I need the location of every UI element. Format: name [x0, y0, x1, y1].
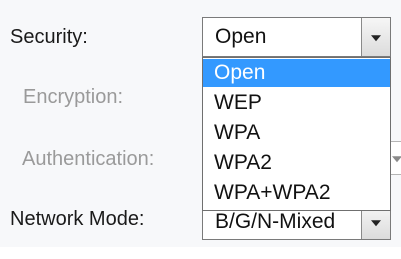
chevron-down-icon	[371, 35, 381, 42]
network-mode-label: Network Mode:	[10, 208, 145, 230]
chevron-down-icon	[392, 156, 401, 163]
network-mode-select-value: B/G/N-Mixed	[215, 210, 336, 233]
authentication-label: Authentication:	[22, 148, 155, 170]
security-option-open[interactable]: Open	[203, 59, 390, 87]
security-select-value: Open	[215, 25, 267, 48]
chevron-down-icon	[371, 220, 381, 227]
security-option-wep[interactable]: WEP	[203, 89, 390, 117]
security-select[interactable]: Open	[202, 17, 391, 57]
security-label: Security:	[10, 26, 88, 48]
security-options-dropdown: Open WEP WPA WPA2 WPA+WPA2	[202, 57, 391, 211]
security-select-arrow-button[interactable]	[361, 18, 390, 56]
security-option-wpa2[interactable]: WPA2	[203, 149, 390, 177]
panel-bottom-margin	[0, 247, 401, 259]
encryption-label: Encryption:	[23, 86, 124, 108]
security-option-wpa[interactable]: WPA	[203, 119, 390, 147]
security-option-wpa-wpa2[interactable]: WPA+WPA2	[203, 179, 390, 207]
